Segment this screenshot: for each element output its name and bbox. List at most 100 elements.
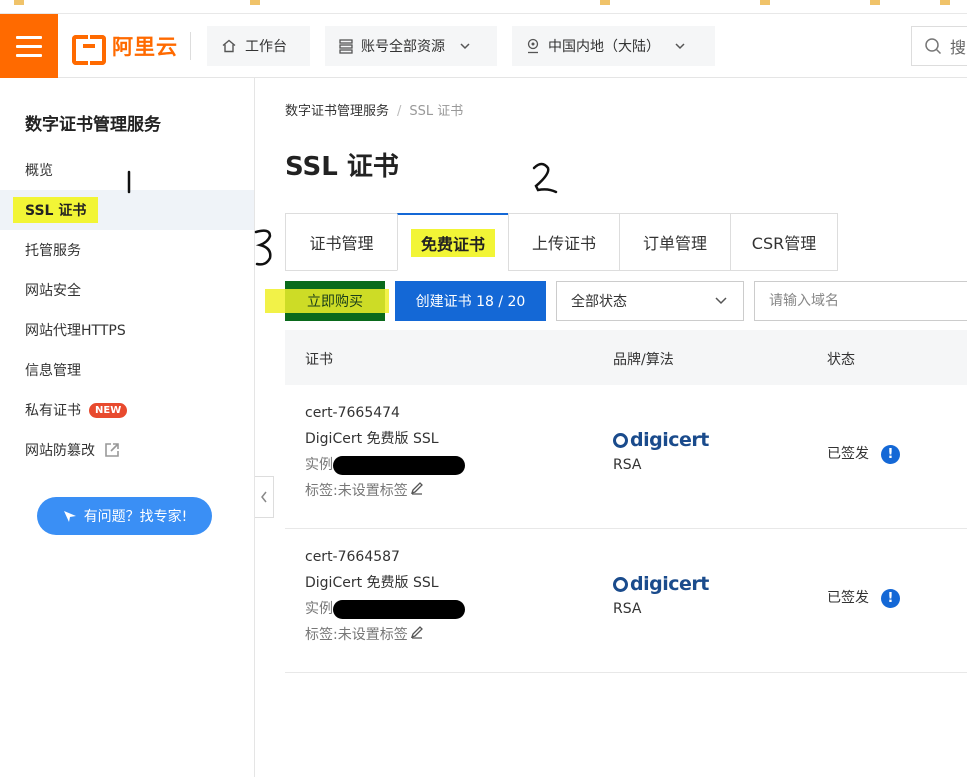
status-text: 已签发 bbox=[827, 590, 869, 606]
search-icon bbox=[925, 38, 942, 55]
buy-now-button[interactable]: 立即购买 bbox=[265, 281, 389, 321]
instance-label: 实例 bbox=[305, 601, 333, 617]
digicert-logo: digicert bbox=[613, 429, 709, 451]
info-icon[interactable]: ! bbox=[881, 444, 900, 464]
workbench-button[interactable]: 工作台 bbox=[207, 26, 310, 66]
sidebar-item-label: 网站防篡改 bbox=[25, 443, 95, 459]
instance-line: 实例 bbox=[305, 454, 465, 480]
info-icon[interactable]: ! bbox=[881, 588, 900, 608]
create-cert-label: 创建证书 18 / 20 bbox=[415, 294, 526, 310]
new-badge: NEW bbox=[89, 402, 128, 418]
brand-text: digicert bbox=[630, 429, 709, 451]
digicert-logo: digicert bbox=[613, 573, 709, 595]
table-row: cert-7664587 DigiCert 免费版 SSL 实例 标签:未设置标… bbox=[285, 529, 967, 673]
annotation-step-2 bbox=[532, 162, 558, 194]
algorithm-text: RSA bbox=[613, 457, 642, 473]
sidebar-item-info-management[interactable]: 信息管理 bbox=[0, 350, 254, 390]
page-title: SSL 证书 bbox=[285, 152, 399, 182]
logo[interactable]: 阿里云 bbox=[72, 32, 178, 65]
chevron-left-icon bbox=[261, 491, 267, 503]
sidebar-item-tamper-protection[interactable]: 网站防篡改 bbox=[0, 430, 254, 470]
menu-button[interactable] bbox=[0, 14, 58, 78]
sidebar-item-label: SSL 证书 bbox=[13, 197, 99, 223]
sidebar-item-label: 概览 bbox=[25, 163, 53, 179]
chevron-down-icon bbox=[715, 297, 727, 305]
column-header-brand: 品牌/算法 bbox=[613, 352, 674, 368]
edit-icon[interactable] bbox=[410, 481, 424, 495]
ask-expert-button[interactable]: 有问题？找专家! bbox=[37, 497, 212, 535]
status-cell: 已签发! bbox=[827, 587, 900, 608]
top-strip bbox=[0, 0, 967, 14]
create-cert-button[interactable]: 创建证书 18 / 20 bbox=[395, 281, 546, 321]
tab-csr-management[interactable]: CSR管理 bbox=[730, 213, 838, 271]
sidebar-item-label: 网站安全 bbox=[25, 283, 81, 299]
redacted-instance bbox=[333, 599, 465, 619]
instance-line: 实例 bbox=[305, 598, 465, 624]
breadcrumb-root[interactable]: 数字证书管理服务 bbox=[285, 104, 389, 119]
tab-order-management[interactable]: 订单管理 bbox=[619, 213, 730, 271]
status-filter-select[interactable]: 全部状态 bbox=[556, 281, 744, 321]
sidebar-item-private-cert[interactable]: 私有证书 NEW bbox=[0, 390, 254, 430]
cert-info-cell: cert-7664587 DigiCert 免费版 SSL 实例 标签:未设置标… bbox=[305, 546, 465, 650]
stack-icon bbox=[339, 39, 353, 54]
cert-name: DigiCert 免费版 SSL bbox=[305, 575, 439, 591]
cert-name: DigiCert 免费版 SSL bbox=[305, 431, 439, 447]
region-label: 中国内地（大陆） bbox=[548, 39, 660, 55]
algorithm-text: RSA bbox=[613, 601, 642, 617]
brand-text: digicert bbox=[630, 573, 709, 595]
ask-expert-label: 有问题？找专家! bbox=[83, 509, 188, 525]
tab-cert-management[interactable]: 证书管理 bbox=[285, 213, 397, 271]
tab-label: 免费证书 bbox=[410, 228, 495, 257]
brand-cell: digicert RSA bbox=[613, 429, 709, 473]
breadcrumb: 数字证书管理服务 / SSL 证书 bbox=[285, 104, 464, 119]
sidebar-collapse-toggle[interactable] bbox=[255, 476, 274, 518]
tab-bar: 证书管理 免费证书 上传证书 订单管理 CSR管理 bbox=[285, 213, 838, 271]
breadcrumb-current: SSL 证书 bbox=[409, 104, 464, 119]
global-search[interactable]: 搜 bbox=[911, 26, 967, 66]
digicert-ring-icon bbox=[613, 432, 628, 448]
buy-now-label: 立即购买 bbox=[307, 294, 363, 310]
domain-search-input[interactable] bbox=[754, 281, 967, 321]
cert-id: cert-7664587 bbox=[305, 549, 400, 565]
status-cell: 已签发! bbox=[827, 443, 900, 464]
sidebar-item-proxy-https[interactable]: 网站代理HTTPS bbox=[0, 310, 254, 350]
tag-label: 标签:未设置标签 bbox=[305, 483, 408, 499]
tab-free-cert[interactable]: 免费证书 bbox=[397, 213, 508, 271]
tag-line: 标签:未设置标签 bbox=[305, 624, 465, 650]
digicert-ring-icon bbox=[613, 576, 628, 592]
cert-id: cert-7665474 bbox=[305, 405, 400, 421]
sidebar-item-label: 信息管理 bbox=[25, 363, 81, 379]
edit-icon[interactable] bbox=[410, 625, 424, 639]
instance-label: 实例 bbox=[305, 457, 333, 473]
tab-label: 证书管理 bbox=[309, 234, 374, 253]
sidebar-item-site-security[interactable]: 网站安全 bbox=[0, 270, 254, 310]
tab-label: 上传证书 bbox=[531, 234, 596, 253]
column-header-status: 状态 bbox=[827, 352, 855, 368]
column-header-cert: 证书 bbox=[305, 352, 333, 368]
brand-cell: digicert RSA bbox=[613, 573, 709, 617]
account-label: 账号全部资源 bbox=[361, 39, 445, 55]
sidebar-item-label: 托管服务 bbox=[25, 243, 81, 259]
header-divider bbox=[190, 32, 191, 60]
logo-mark-icon bbox=[72, 35, 106, 65]
status-text: 已签发 bbox=[827, 446, 869, 462]
sidebar-item-ssl-cert[interactable]: SSL 证书 bbox=[0, 190, 254, 230]
chevron-down-icon bbox=[675, 43, 685, 50]
logo-text: 阿里云 bbox=[112, 35, 178, 59]
tab-upload-cert[interactable]: 上传证书 bbox=[508, 213, 619, 271]
tab-label: CSR管理 bbox=[751, 234, 817, 253]
location-pin-icon bbox=[527, 38, 539, 54]
home-icon bbox=[222, 39, 236, 53]
tab-label: 订单管理 bbox=[642, 234, 707, 253]
sidebar-item-managed-service[interactable]: 托管服务 bbox=[0, 230, 254, 270]
table-row: cert-7665474 DigiCert 免费版 SSL 实例 标签:未设置标… bbox=[285, 385, 967, 529]
account-resources-dropdown[interactable]: 账号全部资源 bbox=[325, 26, 497, 66]
external-link-icon bbox=[105, 443, 119, 457]
region-dropdown[interactable]: 中国内地（大陆） bbox=[512, 26, 715, 66]
sidebar-item-overview[interactable]: 概览 bbox=[0, 150, 254, 190]
tag-label: 标签:未设置标签 bbox=[305, 627, 408, 643]
sidebar: 数字证书管理服务 概览 SSL 证书 托管服务 网站安全 网站代理HTTPS 信… bbox=[0, 78, 255, 777]
sidebar-title: 数字证书管理服务 bbox=[25, 115, 161, 135]
top-header: 阿里云 工作台 账号全部资源 中国内地（大陆） 搜 bbox=[0, 14, 967, 78]
bird-icon bbox=[63, 511, 76, 522]
